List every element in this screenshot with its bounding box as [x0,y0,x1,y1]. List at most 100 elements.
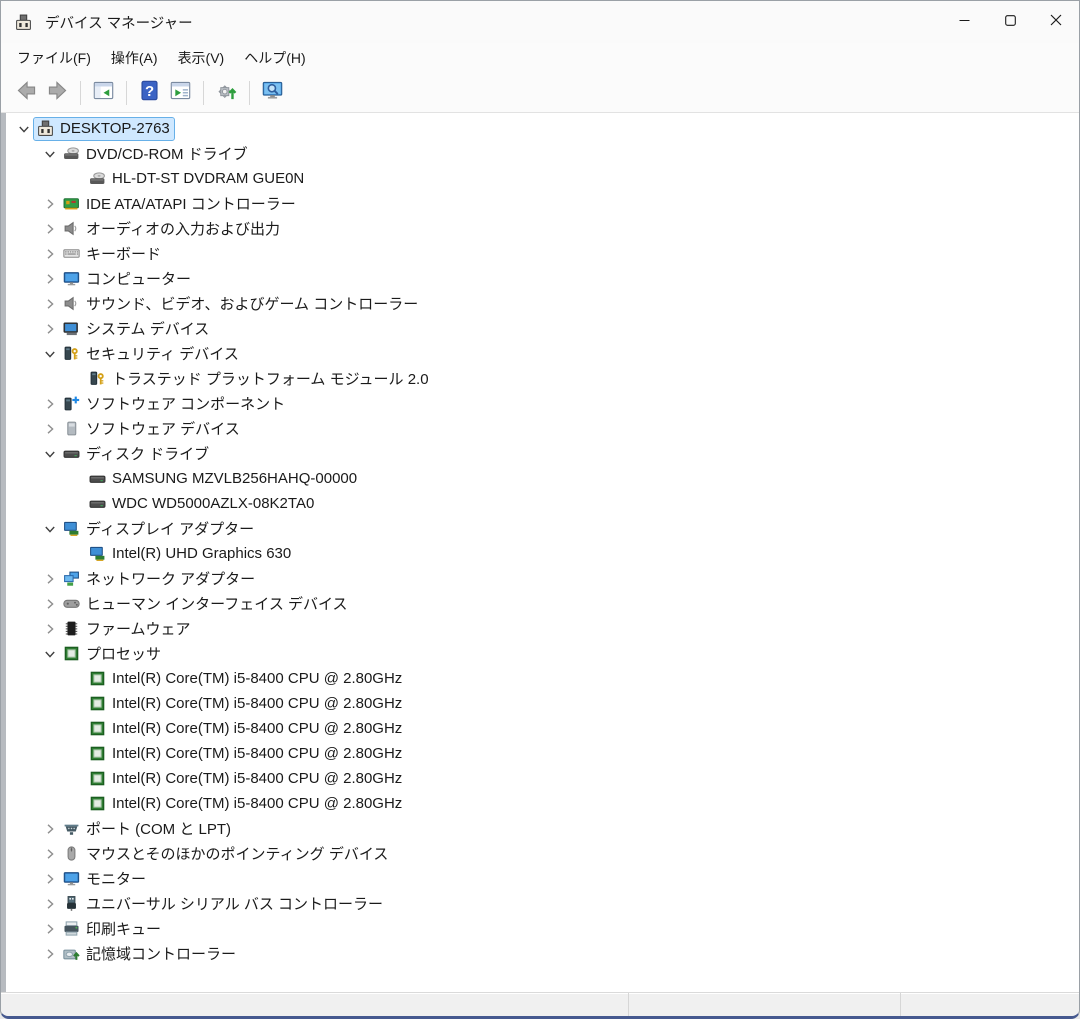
tree-row[interactable]: コンピューター [6,266,1079,291]
chevron-right-icon[interactable] [40,820,60,838]
menu-item-3[interactable]: ヘルプ(H) [234,45,315,71]
tree-row[interactable]: ディスプレイ アダプター [6,516,1079,541]
chevron-right-icon[interactable] [40,595,60,613]
tree-row[interactable]: Intel(R) Core(TM) i5-8400 CPU @ 2.80GHz [6,791,1079,816]
tree-item[interactable]: モニター [60,868,150,890]
chevron-right-icon[interactable] [40,195,60,213]
tree-row[interactable]: Intel(R) Core(TM) i5-8400 CPU @ 2.80GHz [6,716,1079,741]
tree-item[interactable]: ユニバーサル シリアル バス コントローラー [60,893,387,915]
tree-item[interactable]: トラステッド プラットフォーム モジュール 2.0 [86,368,433,390]
tree-row[interactable]: ユニバーサル シリアル バス コントローラー [6,891,1079,916]
tree-item[interactable]: プロセッサ [60,643,165,665]
chevron-right-icon[interactable] [40,420,60,438]
tree-item[interactable]: DESKTOP-2763 [33,116,175,141]
tree-row[interactable]: システム デバイス [6,316,1079,341]
forward-arrow-button[interactable] [42,77,73,109]
tree-row[interactable]: DESKTOP-2763 [6,116,1079,141]
tree-item[interactable]: Intel(R) Core(TM) i5-8400 CPU @ 2.80GHz [86,718,406,740]
tree-item[interactable]: ファームウェア [60,618,195,640]
tree-item[interactable]: サウンド、ビデオ、およびゲーム コントローラー [60,293,422,315]
close-button[interactable] [1033,1,1079,43]
tree-item[interactable]: ディスク ドライブ [60,443,213,465]
tree-item[interactable]: ディスプレイ アダプター [60,518,258,540]
tree-item[interactable]: コンピューター [60,268,195,290]
chevron-right-icon[interactable] [40,395,60,413]
chevron-right-icon[interactable] [40,870,60,888]
tree-item[interactable]: Intel(R) Core(TM) i5-8400 CPU @ 2.80GHz [86,768,406,790]
tree-row[interactable]: Intel(R) Core(TM) i5-8400 CPU @ 2.80GHz [6,666,1079,691]
tree-row[interactable]: Intel(R) Core(TM) i5-8400 CPU @ 2.80GHz [6,766,1079,791]
tree-row[interactable]: Intel(R) UHD Graphics 630 [6,541,1079,566]
tree-item[interactable]: セキュリティ デバイス [60,343,243,365]
tree-item[interactable]: Intel(R) Core(TM) i5-8400 CPU @ 2.80GHz [86,793,406,815]
tree-item[interactable]: HL-DT-ST DVDRAM GUE0N [86,168,308,190]
tree-item[interactable]: キーボード [60,243,165,265]
tree-item[interactable]: SAMSUNG MZVLB256HAHQ-00000 [86,468,361,490]
tree-row[interactable]: マウスとそのほかのポインティング デバイス [6,841,1079,866]
chevron-down-icon[interactable] [40,645,60,663]
tree-row[interactable]: トラステッド プラットフォーム モジュール 2.0 [6,366,1079,391]
tree-item[interactable]: 印刷キュー [60,918,165,940]
tree-row[interactable]: 記憶域コントローラー [6,941,1079,966]
menu-item-0[interactable]: ファイル(F) [7,45,101,71]
tree-row[interactable]: HL-DT-ST DVDRAM GUE0N [6,166,1079,191]
tree-item[interactable]: WDC WD5000AZLX-08K2TA0 [86,493,318,515]
tree-item[interactable]: オーディオの入力および出力 [60,218,284,240]
tree-row[interactable]: Intel(R) Core(TM) i5-8400 CPU @ 2.80GHz [6,691,1079,716]
chevron-down-icon[interactable] [40,345,60,363]
properties-button[interactable] [165,77,196,109]
tree-row[interactable]: ソフトウェア デバイス [6,416,1079,441]
show-console-tree-button[interactable] [88,77,119,109]
tree-row[interactable]: ネットワーク アダプター [6,566,1079,591]
chevron-down-icon[interactable] [40,520,60,538]
tree-row[interactable]: サウンド、ビデオ、およびゲーム コントローラー [6,291,1079,316]
chevron-down-icon[interactable] [40,145,60,163]
tree-row[interactable]: ディスク ドライブ [6,441,1079,466]
tree-item[interactable]: IDE ATA/ATAPI コントローラー [60,193,300,215]
chevron-right-icon[interactable] [40,945,60,963]
chevron-right-icon[interactable] [40,270,60,288]
tree-row[interactable]: ポート (COM と LPT) [6,816,1079,841]
menu-item-2[interactable]: 表示(V) [168,45,235,71]
update-driver-button[interactable] [211,77,242,109]
tree-row[interactable]: モニター [6,866,1079,891]
tree-row[interactable]: SAMSUNG MZVLB256HAHQ-00000 [6,466,1079,491]
tree-row[interactable]: 印刷キュー [6,916,1079,941]
menu-item-1[interactable]: 操作(A) [101,45,168,71]
tree-item[interactable]: DVD/CD-ROM ドライブ [60,143,252,165]
chevron-right-icon[interactable] [40,920,60,938]
tree-item[interactable]: Intel(R) Core(TM) i5-8400 CPU @ 2.80GHz [86,743,406,765]
tree-row[interactable]: オーディオの入力および出力 [6,216,1079,241]
tree-item[interactable]: Intel(R) UHD Graphics 630 [86,543,295,565]
tree-item[interactable]: ソフトウェア コンポーネント [60,393,289,415]
chevron-down-icon[interactable] [40,445,60,463]
tree-row[interactable]: キーボード [6,241,1079,266]
tree-row[interactable]: プロセッサ [6,641,1079,666]
chevron-right-icon[interactable] [40,320,60,338]
tree-item[interactable]: ネットワーク アダプター [60,568,259,590]
chevron-right-icon[interactable] [40,220,60,238]
chevron-right-icon[interactable] [40,845,60,863]
help-button[interactable]: ? [134,77,165,109]
tree-row[interactable]: ヒューマン インターフェイス デバイス [6,591,1079,616]
chevron-down-icon[interactable] [14,120,34,138]
tree-item[interactable]: ソフトウェア デバイス [60,418,244,440]
back-arrow-button[interactable] [11,77,42,109]
tree-row[interactable]: Intel(R) Core(TM) i5-8400 CPU @ 2.80GHz [6,741,1079,766]
chevron-right-icon[interactable] [40,895,60,913]
tree-item[interactable]: ポート (COM と LPT) [60,818,235,840]
chevron-right-icon[interactable] [40,245,60,263]
maximize-button[interactable] [987,1,1033,43]
chevron-right-icon[interactable] [40,570,60,588]
tree-row[interactable]: セキュリティ デバイス [6,341,1079,366]
tree-item[interactable]: マウスとそのほかのポインティング デバイス [60,843,392,865]
scan-hardware-changes-button[interactable] [257,77,288,109]
chevron-right-icon[interactable] [40,295,60,313]
tree-item[interactable]: 記憶域コントローラー [60,943,240,965]
tree-row[interactable]: ソフトウェア コンポーネント [6,391,1079,416]
chevron-right-icon[interactable] [40,620,60,638]
tree-item[interactable]: ヒューマン インターフェイス デバイス [60,593,352,615]
tree-row[interactable]: IDE ATA/ATAPI コントローラー [6,191,1079,216]
tree-item[interactable]: システム デバイス [60,318,213,340]
tree-row[interactable]: WDC WD5000AZLX-08K2TA0 [6,491,1079,516]
